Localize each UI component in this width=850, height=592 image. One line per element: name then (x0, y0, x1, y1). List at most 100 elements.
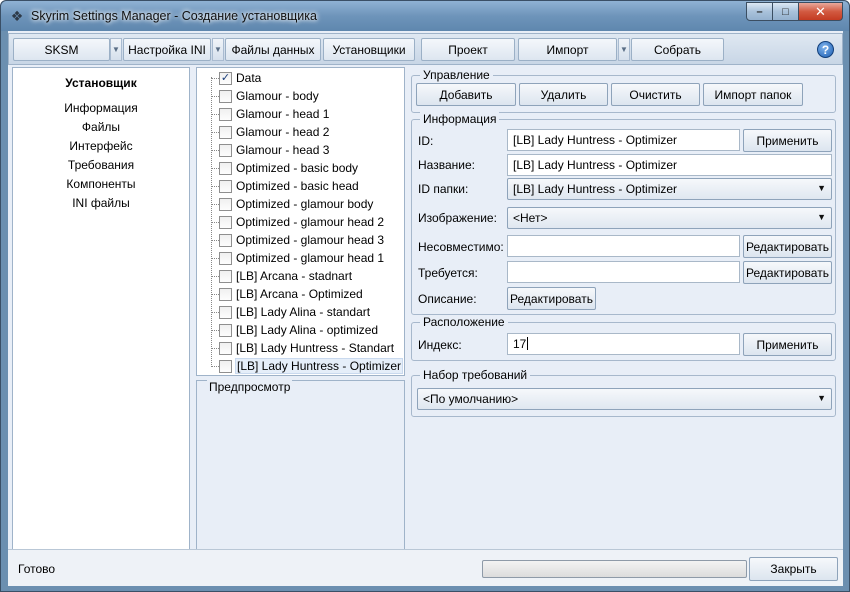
tree-connector (211, 186, 219, 187)
tree-item[interactable]: Glamour - head 3 (219, 141, 330, 159)
tree-item-checkbox[interactable] (219, 305, 232, 319)
toolbar-import-button[interactable]: Импорт (518, 38, 617, 61)
folder-id-label: ID папки: (418, 182, 469, 196)
tree-item[interactable]: Optimized - glamour head 2 (219, 213, 385, 231)
description-label: Описание: (418, 292, 477, 306)
toolbar-installers-button[interactable]: Установщики (323, 38, 415, 61)
toolbar-sksm-button[interactable]: SKSM (13, 38, 110, 61)
tree-item[interactable]: [LB] Arcana - stadnart (219, 267, 353, 285)
toolbar-build-button[interactable]: Собрать (631, 38, 724, 61)
tree-item[interactable]: Optimized - basic body (219, 159, 359, 177)
sidebar-item-info[interactable]: Информация (13, 102, 189, 115)
title-bar[interactable]: ❖ Skyrim Settings Manager - Создание уст… (1, 1, 849, 31)
chevron-down-icon: ▼ (817, 183, 826, 193)
tree-connector (211, 294, 219, 295)
component-tree[interactable]: ✓ Data Glamour - body Glamour - head 1 Glamo… (196, 67, 405, 376)
sidebar-item-requirements[interactable]: Требования (13, 159, 189, 172)
clear-button[interactable]: Очистить (611, 83, 700, 106)
apply-id-button[interactable]: Применить (743, 129, 832, 152)
tree-item-label: Glamour - body (236, 89, 319, 103)
name-field[interactable]: [LB] Lady Huntress - Optimizer (507, 154, 832, 176)
tree-connector (211, 312, 219, 313)
client-area: SKSM ▼ Настройка INI ▼ Файлы данных Уста… (8, 31, 843, 586)
tree-item-checkbox[interactable] (219, 197, 232, 211)
tree-item[interactable]: Optimized - glamour head 3 (219, 231, 385, 249)
tree-item[interactable]: Optimized - glamour head 1 (219, 249, 385, 267)
required-label: Требуется: (418, 266, 478, 280)
tree-item-checkbox[interactable] (219, 251, 232, 265)
tree-item-checkbox[interactable] (219, 359, 232, 373)
toolbar-ini-settings-button[interactable]: Настройка INI (123, 38, 211, 61)
main-toolbar: SKSM ▼ Настройка INI ▼ Файлы данных Уста… (8, 33, 843, 65)
import-folders-button[interactable]: Импорт папок (703, 83, 803, 106)
sidebar-item-ini-files[interactable]: INI файлы (13, 197, 189, 210)
incompatible-label: Несовместимо: (418, 240, 504, 254)
required-field[interactable] (507, 261, 740, 283)
incompatible-field[interactable] (507, 235, 740, 257)
tree-item-checkbox[interactable]: ✓ (219, 71, 232, 85)
tree-item[interactable]: [LB] Lady Alina - standart (219, 303, 371, 321)
tree-item[interactable]: ✓ Data (219, 69, 262, 87)
tree-item[interactable]: [LB] Lady Alina - optimized (219, 321, 379, 339)
help-icon[interactable]: ? (817, 41, 834, 58)
tree-item-checkbox[interactable] (219, 269, 232, 283)
toolbar-project-button[interactable]: Проект (421, 38, 515, 61)
tree-item[interactable]: Glamour - head 1 (219, 105, 330, 123)
status-text: Готово (18, 562, 56, 576)
tree-item-checkbox[interactable] (219, 107, 232, 121)
edit-required-button[interactable]: Редактировать (743, 261, 832, 284)
tree-item-checkbox[interactable] (219, 89, 232, 103)
tree-item-checkbox[interactable] (219, 233, 232, 247)
edit-description-button[interactable]: Редактировать (507, 287, 596, 310)
tree-connector (211, 168, 219, 169)
tree-item[interactable]: [LB] Lady Huntress - Optimizer (219, 357, 404, 375)
chevron-down-icon[interactable]: ▼ (212, 38, 224, 61)
tree-item[interactable]: [LB] Arcana - Optimized (219, 285, 364, 303)
info-group: Информация ID: [LB] Lady Huntress - Opti… (411, 112, 836, 315)
delete-button[interactable]: Удалить (519, 83, 608, 106)
id-field[interactable]: [LB] Lady Huntress - Optimizer (507, 129, 740, 151)
tree-connector (211, 150, 219, 151)
minimize-button[interactable]: – (746, 2, 773, 21)
tree-connector (211, 204, 219, 205)
tree-item[interactable]: Glamour - head 2 (219, 123, 330, 141)
tree-item-checkbox[interactable] (219, 179, 232, 193)
apply-index-button[interactable]: Применить (743, 333, 832, 356)
management-group: Управление Добавить Удалить Очистить Имп… (411, 68, 836, 113)
tree-item[interactable]: Glamour - body (219, 87, 320, 105)
sidebar-item-interface[interactable]: Интерфейс (13, 140, 189, 153)
index-label: Индекс: (418, 338, 462, 352)
chevron-down-icon[interactable]: ▼ (110, 38, 122, 61)
info-legend: Информация (420, 112, 500, 126)
tree-item-label: Optimized - basic body (236, 161, 359, 175)
tree-item-checkbox[interactable] (219, 323, 232, 337)
requirements-set-legend: Набор требований (420, 368, 531, 382)
maximize-button[interactable]: □ (773, 2, 799, 21)
location-group: Расположение Индекс: 17 Применить (411, 315, 836, 361)
image-select[interactable]: <Нет> ▼ (507, 207, 832, 229)
chevron-down-icon[interactable]: ▼ (618, 38, 630, 61)
tree-item-checkbox[interactable] (219, 341, 232, 355)
tree-item-checkbox[interactable] (219, 215, 232, 229)
tree-item[interactable]: [LB] Lady Huntress - Standart (219, 339, 395, 357)
edit-incompatible-button[interactable]: Редактировать (743, 235, 832, 258)
close-button[interactable]: Закрыть (749, 557, 838, 581)
tree-item-label: [LB] Lady Huntress - Optimizer (235, 358, 404, 374)
index-field[interactable]: 17 (507, 333, 740, 355)
requirements-set-select[interactable]: <По умолчанию> ▼ (417, 388, 832, 410)
text-caret (527, 337, 529, 350)
tree-connector (211, 222, 219, 223)
sidebar-item-components[interactable]: Компоненты (13, 178, 189, 191)
tree-item-checkbox[interactable] (219, 143, 232, 157)
id-label: ID: (418, 134, 434, 148)
tree-item[interactable]: Optimized - glamour body (219, 195, 374, 213)
folder-id-select[interactable]: [LB] Lady Huntress - Optimizer ▼ (507, 178, 832, 200)
close-window-button[interactable]: ✕ (799, 2, 843, 21)
toolbar-data-files-button[interactable]: Файлы данных (225, 38, 321, 61)
sidebar-item-files[interactable]: Файлы (13, 121, 189, 134)
tree-item-checkbox[interactable] (219, 287, 232, 301)
tree-item-checkbox[interactable] (219, 125, 232, 139)
tree-item[interactable]: Optimized - basic head (219, 177, 360, 195)
add-button[interactable]: Добавить (416, 83, 516, 106)
tree-item-checkbox[interactable] (219, 161, 232, 175)
